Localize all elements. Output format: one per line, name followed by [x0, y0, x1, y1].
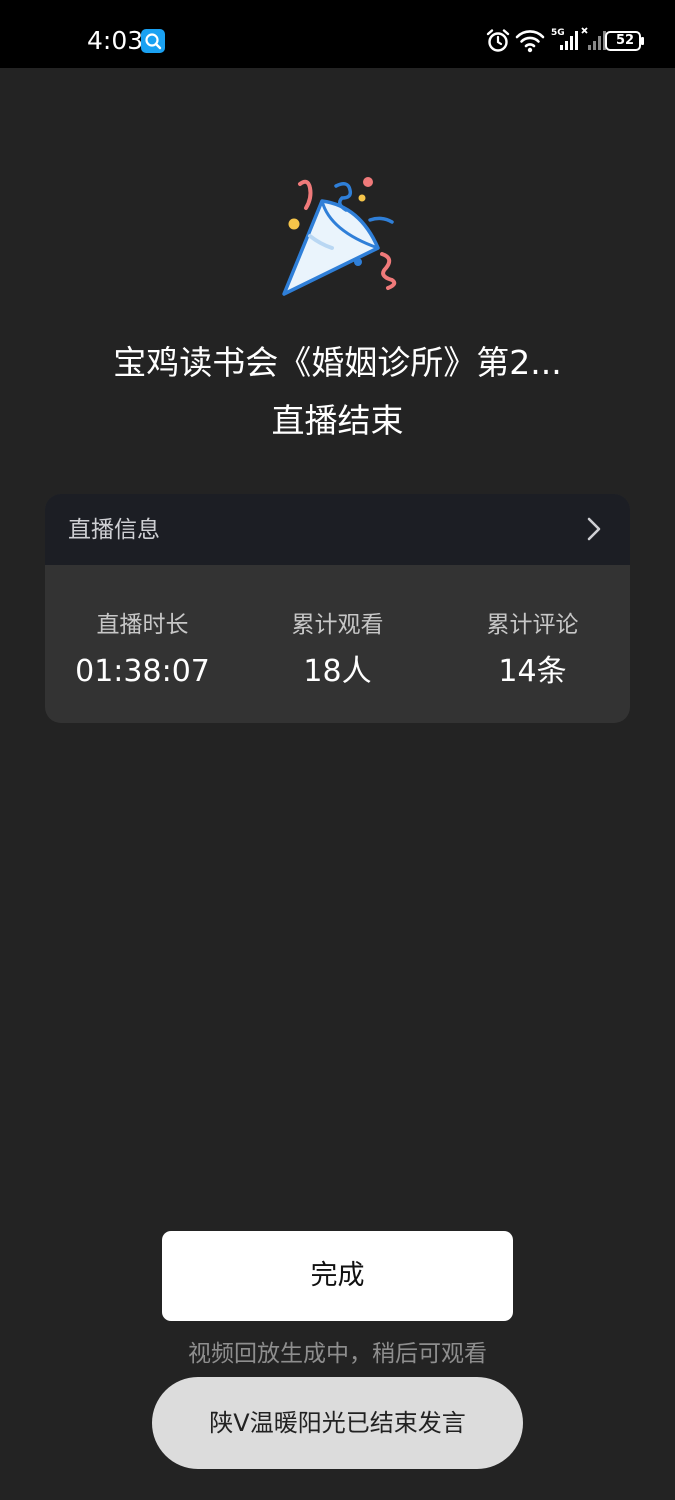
replay-generating-note: 视频回放生成中，稍后可观看	[188, 1341, 487, 1367]
stat-value: 18人	[303, 654, 372, 689]
svg-text:5G: 5G	[551, 28, 565, 38]
stat-label: 直播时长	[96, 612, 189, 638]
status-time: 4:03	[87, 26, 144, 55]
live-title: 宝鸡读书会《婚姻诊所》第2...	[113, 343, 562, 382]
done-button[interactable]: 完成	[162, 1231, 513, 1321]
live-ended-screen: 4:03 5G 52 宝鸡读书会《婚姻诊所》第2... 直播结束 直播信息 直播…	[0, 0, 675, 1500]
chevron-right-icon	[587, 517, 601, 541]
battery-level: 52	[615, 33, 635, 48]
search-app-icon	[141, 29, 165, 53]
live-ended-label: 直播结束	[271, 401, 404, 440]
stat-value: 14条	[498, 654, 567, 689]
live-info-label: 直播信息	[68, 517, 160, 543]
wifi-icon	[515, 30, 545, 53]
stat-comments: 累计评论 14条	[435, 610, 630, 690]
toast: 陕V温暖阳光已结束发言	[152, 1377, 523, 1469]
stat-viewers: 累计观看 18人	[240, 610, 435, 690]
party-popper-icon	[282, 177, 397, 296]
stat-value: 01:38:07	[75, 654, 210, 689]
alarm-icon	[486, 29, 510, 52]
status-bar: 4:03 5G 52	[0, 0, 675, 68]
toast-message: 陕V温暖阳光已结束发言	[209, 1409, 466, 1437]
signal-5g-icon: 5G	[551, 28, 578, 50]
stat-duration: 直播时长 01:38:07	[45, 610, 240, 690]
live-info-header[interactable]: 直播信息	[45, 494, 630, 565]
stat-label: 累计观看	[291, 612, 384, 638]
stat-label: 累计评论	[486, 612, 579, 638]
